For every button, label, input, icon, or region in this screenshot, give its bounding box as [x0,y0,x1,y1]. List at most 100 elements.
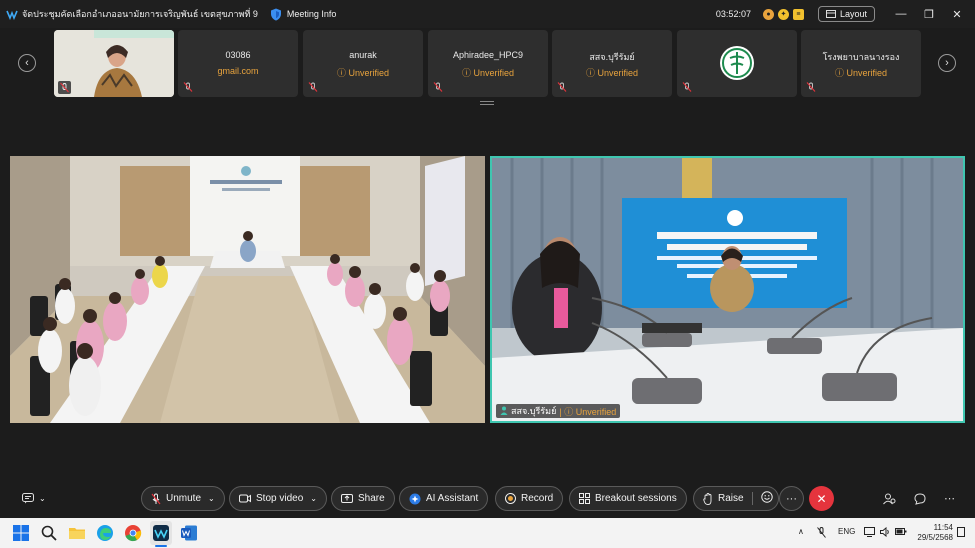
participant-name: anurak [349,50,377,60]
search-icon[interactable] [40,524,58,542]
share-button[interactable]: Share [331,486,395,511]
moph-logo-icon [720,46,754,80]
active-speaker-video[interactable]: สสจ.บุรีรัมย์ | ⓘ Unverified [490,156,965,423]
breakout-sessions-button[interactable]: Breakout sessions [569,486,687,511]
unverified-badge: ⓘ Unverified [585,68,639,78]
unmute-button[interactable]: Unmute ⌄ [141,486,225,511]
participant-tile[interactable] [54,30,174,97]
captions-button[interactable]: ⌄ [16,486,52,511]
minimize-button[interactable]: — [887,8,915,20]
mic-muted-icon [682,82,692,92]
edge-browser-icon[interactable] [96,524,114,542]
ai-indicator-icon[interactable]: ✦ [777,8,789,20]
mic-muted-icon [557,82,567,92]
participant-name: โรงพยาบาลนางรอง [822,52,900,62]
mic-muted-icon [151,493,161,504]
participant-tile[interactable]: anurak ⓘ Unverified [303,30,423,97]
language-indicator[interactable]: ENG [838,527,855,536]
notification-icon[interactable] [957,527,965,539]
record-icon [505,493,516,504]
close-icon: ✕ [816,491,827,506]
reactions-button[interactable] [760,491,773,506]
participant-name: Aphiradee_HPC9 [452,50,524,60]
meeting-title: จัดประชุมคัดเลือกอำเภออนามัยการเจริญพันธ… [22,9,258,19]
layout-label: Layout [839,9,867,19]
participant-tile[interactable]: 03086 gmail.com [178,30,298,97]
word-app-icon[interactable] [180,524,198,542]
stop-video-label: Stop video [256,493,304,504]
participant-video-left[interactable] [10,156,485,423]
mic-muted-icon [308,82,318,92]
participant-email: gmail.com [217,66,259,76]
participants-button[interactable] [877,486,902,511]
ai-assistant-label: AI Assistant [426,493,479,504]
more-panels-button[interactable]: ⋯ [937,486,962,511]
ai-assistant-button[interactable]: AI Assistant [399,486,489,511]
tray-chevron-up-icon[interactable]: ∧ [798,527,804,536]
app-logo-icon [6,8,18,20]
network-icon[interactable] [864,527,875,539]
active-speaker-label: สสจ.บุรีรัมย์ | ⓘ Unverified [496,404,621,418]
strip-next-button[interactable]: › [938,54,956,72]
close-window-button[interactable]: ✕ [943,8,971,21]
mic-muted-icon [183,82,193,92]
tray-mic-muted-icon[interactable] [817,527,826,540]
volume-icon[interactable] [880,526,891,539]
participant-strip: ‹ 03086 gmail.com anurak ⓘ Unverified Ap… [0,30,975,98]
meeting-timer: 03:52:07 [715,9,751,19]
recording-indicator-icon[interactable]: ● [762,8,774,20]
share-screen-icon [341,493,353,503]
ai-assistant-icon [409,493,421,504]
raise-label: Raise [718,493,744,504]
participant-tile[interactable] [677,30,797,97]
person-icon [500,406,508,417]
stop-video-button[interactable]: Stop video ⌄ [229,486,327,511]
participant-name: สสจ.บุรีรัมย์ [589,52,635,62]
raise-hand-icon [703,492,712,505]
unverified-badge: ⓘ Unverified [834,68,888,78]
record-button[interactable]: Record [495,486,564,511]
clock-time: 11:54 [933,523,953,532]
leave-meeting-button[interactable]: ✕ [809,486,834,511]
battery-icon[interactable] [895,527,907,538]
camera-icon [239,494,251,503]
speaker-name: สสจ.บุรีรัมย์ [511,406,557,416]
chevron-down-icon[interactable]: ⌄ [208,494,215,503]
breakout-label: Breakout sessions [595,493,677,504]
mic-muted-icon [58,81,71,94]
chrome-browser-icon[interactable] [124,524,142,542]
chat-button[interactable] [907,486,932,511]
windows-taskbar: ∧ ENG 11:54 29/5/2568 [0,518,975,548]
unverified-badge: ⓘ Unverified [336,68,390,78]
chevron-down-icon[interactable]: ⌄ [310,494,317,503]
strip-prev-button[interactable]: ‹ [18,54,36,72]
participants-icon [883,493,896,504]
windows-start-icon[interactable] [12,524,30,542]
more-options-button[interactable]: ··· [779,486,804,511]
raise-hand-button[interactable]: Raise [693,486,779,511]
participant-tile[interactable]: Aphiradee_HPC9 ⓘ Unverified [428,30,548,97]
webex-app-icon[interactable] [152,524,170,542]
title-bar: จัดประชุมคัดเลือกอำเภออนามัยการเจริญพันธ… [0,0,975,28]
strip-resize-handle[interactable] [480,101,494,105]
mic-muted-icon [433,82,443,92]
layout-button[interactable]: Layout [817,6,875,22]
unmute-label: Unmute [166,493,202,504]
shield-icon[interactable] [270,8,282,21]
record-label: Record [521,493,554,504]
pheoc-room-video [492,158,963,421]
breakout-grid-icon [579,493,590,504]
participant-name: 03086 [225,50,251,60]
participant-tile[interactable]: โรงพยาบาลนางรอง ⓘ Unverified [801,30,921,97]
meeting-info-link[interactable]: Meeting Info [287,9,337,19]
unverified-badge: ⓘ Unverified [461,68,515,78]
chat-icon [913,492,926,505]
file-explorer-icon[interactable] [68,524,86,542]
emoji-icon [760,491,773,503]
chevron-down-icon: ⌄ [39,494,46,503]
participant-tile[interactable]: สสจ.บุรีรัมย์ ⓘ Unverified [552,30,672,97]
speaker-unverified-badge: | ⓘ Unverified [559,406,617,417]
chat-indicator-icon[interactable]: ≡ [792,8,804,20]
system-clock[interactable]: 11:54 29/5/2568 [917,523,953,543]
maximize-button[interactable]: ❐ [915,8,943,21]
